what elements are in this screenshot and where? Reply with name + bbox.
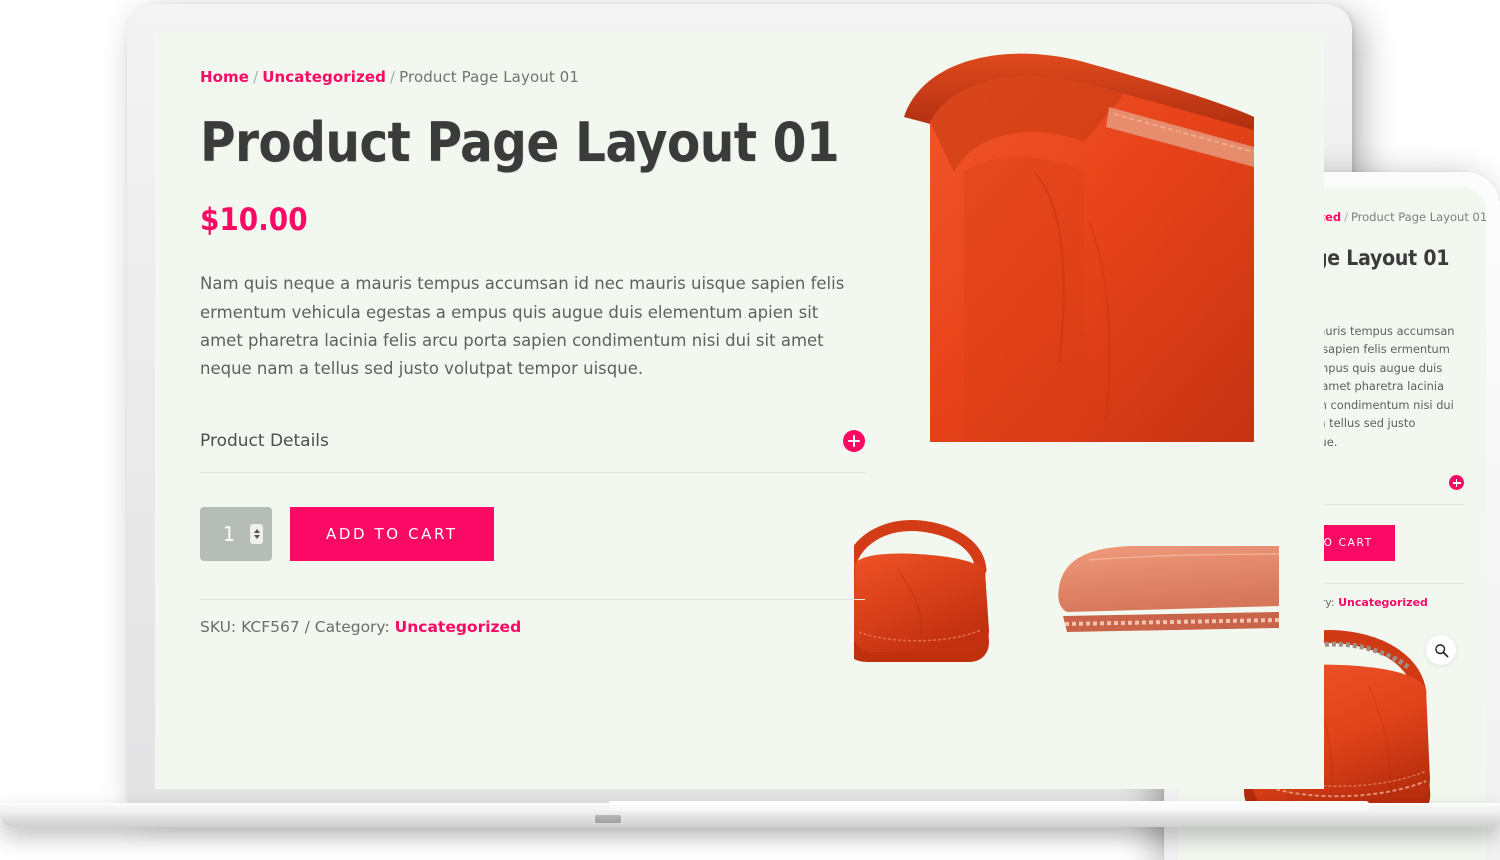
screenshot-stage: Home / Uncategorized / Product Page Layout 0…: [0, 0, 1500, 860]
meta-divider: [200, 598, 865, 600]
phone-breadcrumb-separator-2: /: [1344, 210, 1348, 224]
product-info-column: Home / Uncategorized / Product Page Layout 0…: [200, 68, 900, 636]
sku-text: SKU: KCF567 / Category:: [200, 617, 390, 636]
product-page: Home / Uncategorized / Product Page Layout 0…: [155, 32, 1324, 789]
chevron-up-icon[interactable]: [253, 528, 260, 533]
laptop-base-lip: [609, 801, 1369, 811]
breadcrumb-category-link[interactable]: Uncategorized: [262, 68, 386, 86]
breadcrumb-current: Product Page Layout 01: [399, 68, 579, 86]
page-title: Product Page Layout 01: [200, 111, 840, 174]
quantity-value: 1: [222, 521, 236, 546]
accordion-label: Product Details: [200, 430, 329, 451]
breadcrumb-home-link[interactable]: Home: [200, 68, 249, 86]
breadcrumb-separator-2: /: [389, 68, 396, 86]
hero-bag-image: [904, 53, 1254, 442]
product-description: Nam quis neque a mauris tempus accumsan …: [200, 274, 845, 379]
plus-icon[interactable]: [843, 429, 865, 452]
product-details-accordion[interactable]: Product Details: [200, 429, 865, 473]
cart-controls: 1 ADD TO CART: [200, 506, 900, 561]
product-price: $10.00: [200, 202, 308, 239]
magnifier-glyph: [1434, 643, 1448, 658]
laptop-base: [0, 799, 1500, 845]
chevron-down-icon[interactable]: [253, 534, 260, 539]
laptop-mockup: Home / Uncategorized / Product Page Layout 0…: [0, 4, 1500, 827]
quantity-stepper[interactable]: 1: [200, 506, 272, 561]
breadcrumb-separator-1: /: [253, 68, 259, 86]
laptop-screen: Home / Uncategorized / Product Page Layout 0…: [155, 32, 1324, 789]
laptop-base-notch: [595, 815, 621, 823]
breadcrumb: Home / Uncategorized / Product Page Layout 0…: [200, 68, 900, 86]
plus-icon[interactable]: [1449, 475, 1464, 491]
add-to-cart-button[interactable]: ADD TO CART: [290, 506, 494, 561]
quantity-spinner[interactable]: [250, 523, 263, 544]
product-gallery: [854, 32, 1324, 789]
phone-category-link[interactable]: Uncategorized: [1338, 596, 1428, 609]
pouch-image: [1058, 546, 1279, 632]
sku-line: SKU: KCF567 / Category: Uncategorized: [200, 618, 900, 636]
category-link[interactable]: Uncategorized: [395, 618, 522, 636]
phone-breadcrumb-current: Product Page Layout 01: [1350, 210, 1486, 224]
